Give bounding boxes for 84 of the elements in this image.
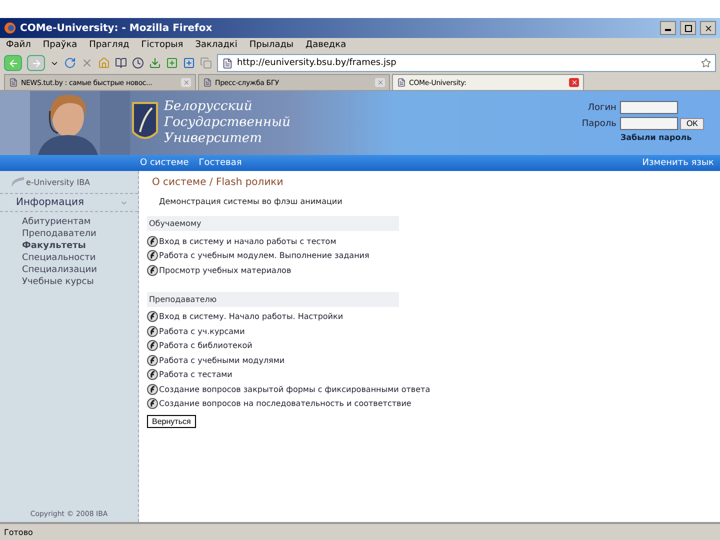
page-icon bbox=[9, 78, 18, 87]
nav-link[interactable]: О системе bbox=[140, 158, 189, 168]
status-text: Готово bbox=[4, 528, 33, 536]
sidebar-item[interactable]: Абитуриентам bbox=[0, 216, 138, 228]
menu-item[interactable]: Гісторыя bbox=[141, 40, 184, 50]
forward-button[interactable] bbox=[27, 55, 45, 71]
video-link[interactable]: Работа с учебным модулем. Выполнение задания bbox=[159, 251, 370, 260]
flash-icon bbox=[147, 384, 158, 395]
video-link[interactable]: Работа с библиотекой bbox=[159, 341, 252, 350]
login-label: Логин bbox=[586, 102, 616, 112]
close-button[interactable] bbox=[700, 21, 716, 35]
forgot-password-link[interactable]: Забыли пароль bbox=[620, 133, 704, 142]
browser-icon bbox=[4, 22, 16, 34]
stop-icon[interactable] bbox=[81, 57, 93, 69]
password-field[interactable] bbox=[620, 117, 678, 130]
page-icon bbox=[222, 58, 233, 68]
sidebar-item[interactable]: Специализации bbox=[0, 264, 138, 276]
menu-item[interactable]: Праўка bbox=[42, 40, 78, 50]
university-name: Белорусский bbox=[164, 99, 254, 115]
video-link[interactable]: Вход в систему. Начало работы. Настройки bbox=[159, 312, 344, 322]
flash-icon bbox=[147, 311, 158, 322]
home-icon[interactable] bbox=[98, 57, 110, 69]
password-label: Пароль bbox=[582, 118, 616, 128]
video-link[interactable]: Работа с тестами bbox=[159, 370, 232, 380]
history-icon[interactable] bbox=[132, 57, 144, 69]
page-icon bbox=[397, 78, 406, 87]
flash-icon bbox=[147, 236, 158, 247]
tab-close-icon[interactable] bbox=[375, 78, 385, 87]
bookmarks-icon[interactable] bbox=[115, 57, 127, 69]
maximize-icon bbox=[684, 24, 692, 32]
subtitle: Демонстрация системы во флэш анимации bbox=[158, 196, 344, 208]
close-icon bbox=[704, 24, 712, 32]
section-title: Преподавателю bbox=[147, 292, 399, 306]
flash-icon bbox=[147, 354, 158, 366]
flash-icon bbox=[147, 398, 158, 410]
new-tab-icon[interactable] bbox=[183, 57, 195, 69]
copy-icon[interactable] bbox=[200, 57, 212, 69]
menu-item[interactable]: Прылады bbox=[249, 40, 294, 50]
download-icon[interactable] bbox=[149, 57, 161, 69]
video-link[interactable]: Просмотр учебных материалов bbox=[159, 266, 292, 275]
section-title: Обучаемому bbox=[147, 216, 399, 231]
sidebar-item[interactable]: Преподаватели bbox=[0, 228, 138, 240]
menu-item[interactable]: Файл bbox=[6, 40, 31, 50]
flash-icon bbox=[147, 264, 158, 276]
menu-item[interactable]: Закладкі bbox=[195, 40, 238, 50]
logo-text: e-University IBA bbox=[26, 178, 90, 186]
menu-item[interactable]: Даведка bbox=[306, 40, 346, 50]
flash-icon bbox=[147, 340, 158, 352]
video-link[interactable]: Создание вопросов закрытой формы с фиксированными ответа bbox=[159, 384, 430, 394]
add-icon[interactable] bbox=[166, 57, 178, 69]
window-title: COMe-University: - Mozilla Firefox bbox=[20, 22, 214, 34]
breadcrumb: О системе / Flash ролики bbox=[151, 177, 284, 190]
tab-close-icon[interactable] bbox=[569, 78, 579, 87]
tab-close-icon[interactable] bbox=[181, 78, 191, 87]
university-name: Университет bbox=[164, 131, 263, 147]
video-link[interactable]: Вход в систему и начало работы с тестом bbox=[159, 236, 336, 246]
address-field[interactable]: http://euniversity.bsu.by/frames.jsp bbox=[217, 54, 716, 72]
change-language-link[interactable]: Изменить язык bbox=[642, 158, 714, 168]
login-field[interactable] bbox=[620, 101, 678, 114]
video-link[interactable]: Работа с учебными модулями bbox=[159, 356, 285, 365]
ok-button[interactable]: OK bbox=[680, 118, 704, 130]
forward-arrow-icon bbox=[30, 58, 42, 68]
back-button[interactable]: Вернуться bbox=[147, 415, 196, 428]
minimize-button[interactable] bbox=[660, 21, 676, 35]
sidebar-item[interactable]: Специальности bbox=[0, 252, 138, 264]
flash-icon bbox=[147, 369, 158, 380]
flash-icon bbox=[147, 326, 158, 337]
page-icon bbox=[203, 78, 212, 87]
sidebar-item[interactable]: Учебные курсы bbox=[0, 276, 138, 288]
menu-item[interactable]: Прагляд bbox=[89, 40, 130, 50]
university-name: Государственный bbox=[164, 115, 291, 131]
video-link[interactable]: Создание вопросов на последовательность и соответствие bbox=[159, 399, 412, 408]
flash-icon bbox=[147, 250, 158, 262]
video-link[interactable]: Работа с уч.курсами bbox=[159, 326, 245, 336]
back-arrow-icon bbox=[8, 58, 18, 68]
reload-icon[interactable] bbox=[64, 57, 76, 69]
section-header[interactable]: Информация bbox=[0, 193, 138, 212]
sidebar-item[interactable]: Факультеты bbox=[0, 240, 138, 252]
logo-icon bbox=[10, 177, 24, 187]
section-label: Информация bbox=[16, 197, 86, 208]
maximize-button[interactable] bbox=[680, 21, 696, 35]
nav-link[interactable]: Гостевая bbox=[198, 158, 242, 168]
star-icon[interactable] bbox=[701, 58, 711, 68]
back-button[interactable] bbox=[4, 55, 22, 71]
